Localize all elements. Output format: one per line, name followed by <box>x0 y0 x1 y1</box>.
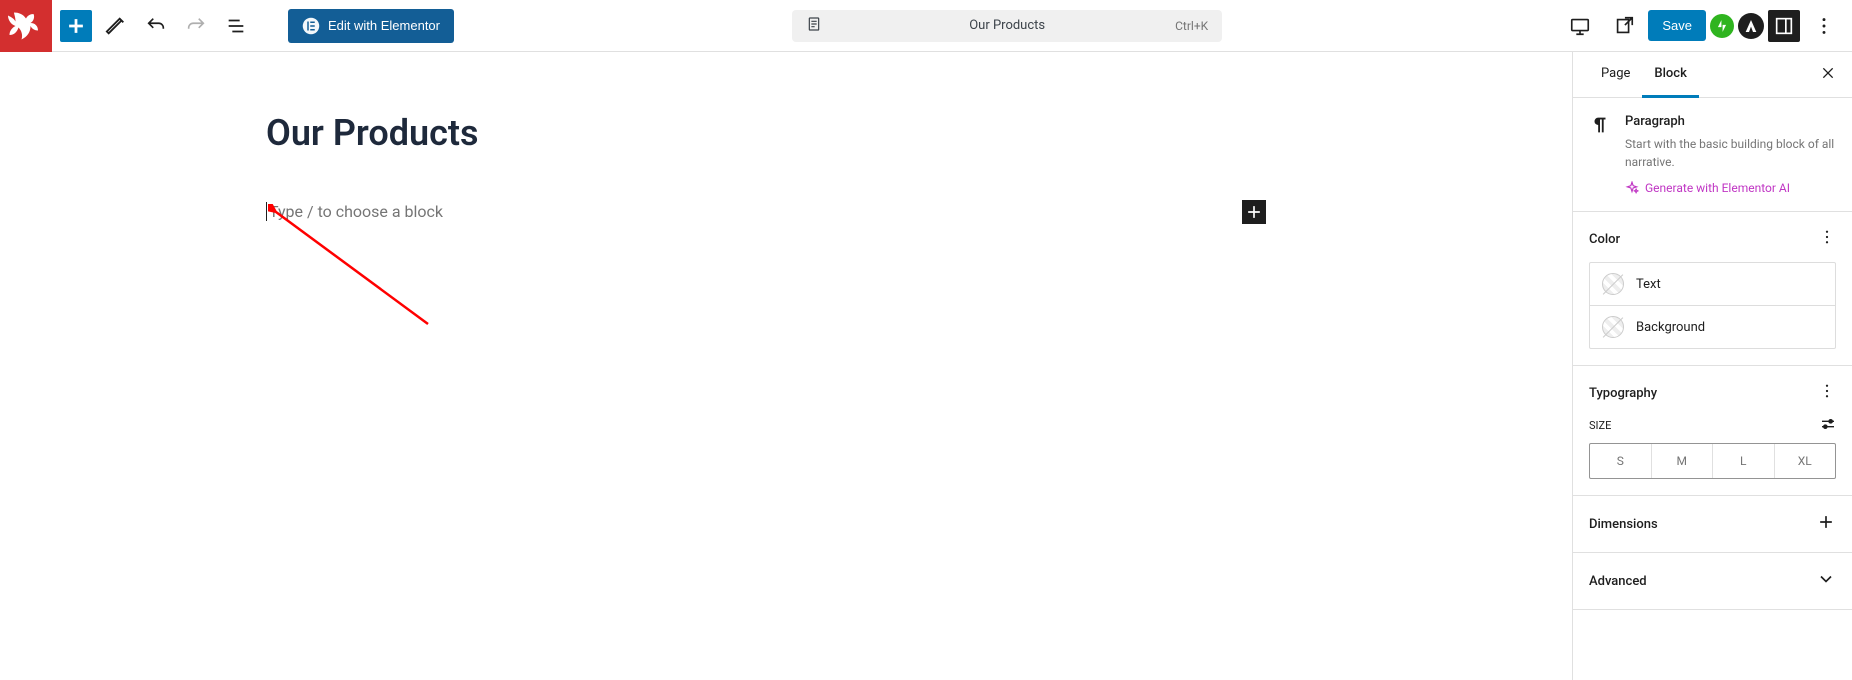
page-title[interactable]: Our Products <box>266 112 1306 154</box>
dimensions-section-toggle[interactable]: Dimensions <box>1573 496 1852 553</box>
font-size-l[interactable]: L <box>1712 444 1774 478</box>
plus-icon <box>1816 512 1836 536</box>
advanced-section-toggle[interactable]: Advanced <box>1573 553 1852 610</box>
text-color-button[interactable]: Text <box>1590 263 1835 305</box>
size-settings-icon[interactable] <box>1820 416 1836 435</box>
document-title-text: Our Products <box>969 18 1045 33</box>
color-swatch-none-icon <box>1602 273 1624 295</box>
font-size-m[interactable]: M <box>1651 444 1713 478</box>
document-overview-button[interactable] <box>216 6 256 46</box>
options-menu-button[interactable] <box>1804 6 1844 46</box>
block-type-name: Paragraph <box>1625 114 1836 129</box>
top-toolbar: Edit with Elementor Our Products Ctrl+K … <box>0 0 1852 52</box>
size-label: SIZE <box>1589 419 1611 432</box>
tab-page[interactable]: Page <box>1589 52 1642 98</box>
font-size-group: S M L XL <box>1589 443 1836 479</box>
document-title-pill[interactable]: Our Products Ctrl+K <box>792 10 1222 42</box>
redo-button[interactable] <box>176 6 216 46</box>
editor-canvas[interactable]: Our Products Type / to choose a block <box>0 52 1572 680</box>
undo-button[interactable] <box>136 6 176 46</box>
add-block-inline-button[interactable] <box>1242 200 1266 224</box>
typography-options-button[interactable] <box>1818 382 1836 404</box>
command-shortcut: Ctrl+K <box>1175 19 1208 33</box>
tools-button[interactable] <box>96 6 136 46</box>
jetpack-icon[interactable] <box>1710 14 1734 38</box>
background-color-button[interactable]: Background <box>1590 305 1835 348</box>
font-size-xl[interactable]: XL <box>1774 444 1836 478</box>
edit-with-elementor-button[interactable]: Edit with Elementor <box>288 9 454 43</box>
color-swatch-none-icon <box>1602 316 1624 338</box>
save-button[interactable]: Save <box>1648 10 1706 41</box>
settings-sidebar: Page Block Paragraph Start with the basi… <box>1572 52 1852 680</box>
view-page-button[interactable] <box>1604 6 1644 46</box>
elementor-ai-link[interactable]: Generate with Elementor AI <box>1625 181 1836 195</box>
block-placeholder[interactable]: Type / to choose a block <box>266 202 443 221</box>
site-logo[interactable] <box>0 0 52 52</box>
elementor-button-label: Edit with Elementor <box>328 18 440 33</box>
settings-panel-toggle[interactable] <box>1768 10 1800 42</box>
add-block-toolbar-button[interactable] <box>60 10 92 42</box>
page-icon <box>806 16 822 36</box>
close-panel-button[interactable] <box>1820 65 1836 85</box>
color-options-button[interactable] <box>1818 228 1836 250</box>
annotation-arrow <box>268 204 438 334</box>
astra-icon[interactable] <box>1738 13 1764 39</box>
block-type-description: Start with the basic building block of a… <box>1625 135 1836 171</box>
paragraph-icon <box>1589 114 1611 195</box>
typography-section-title: Typography <box>1589 386 1657 401</box>
chevron-down-icon <box>1816 569 1836 593</box>
tab-block[interactable]: Block <box>1642 52 1698 98</box>
font-size-s[interactable]: S <box>1590 444 1651 478</box>
view-desktop-button[interactable] <box>1560 6 1600 46</box>
color-section-title: Color <box>1589 232 1620 247</box>
